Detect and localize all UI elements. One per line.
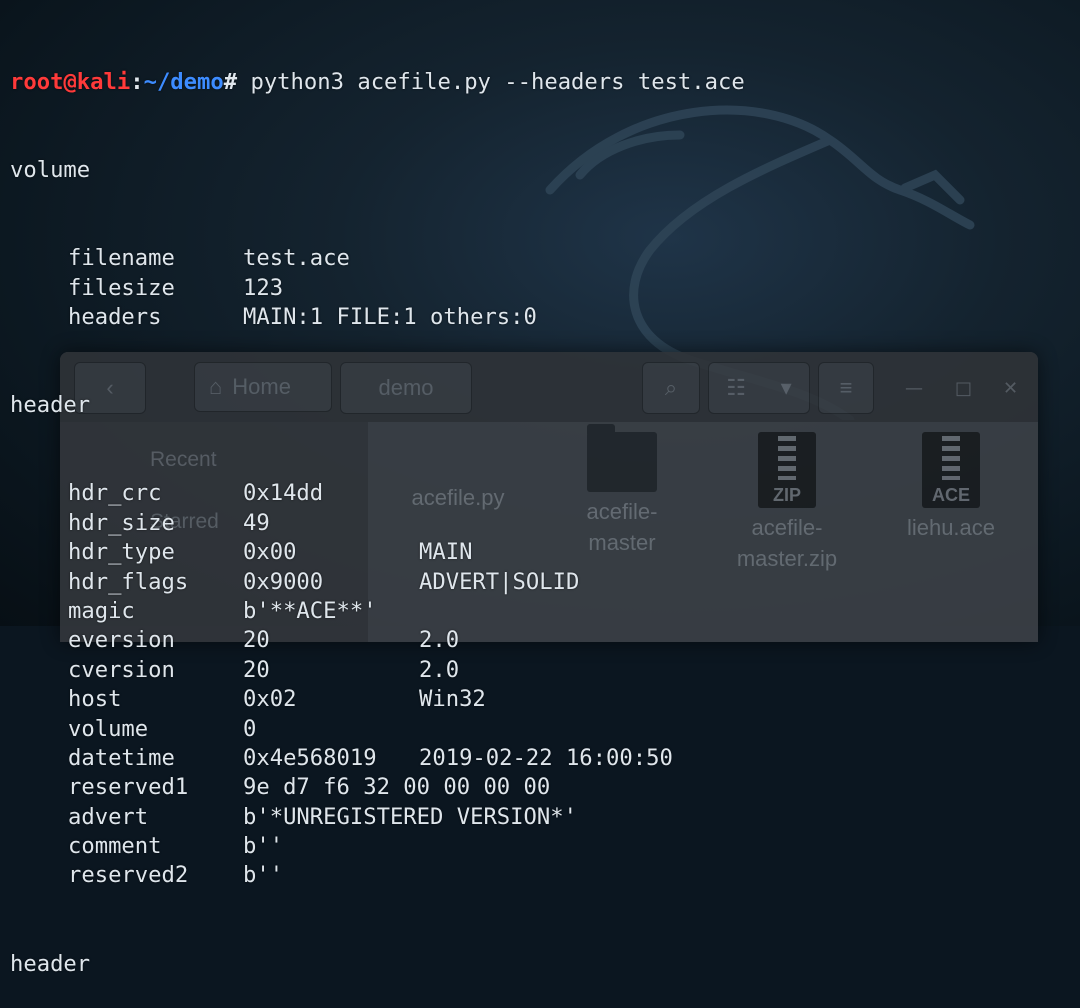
field-key: filename [68,245,175,272]
field-decoded: MAIN [419,539,473,566]
field-key: magic [68,597,135,624]
chevron-down-icon: ▾ [780,375,792,400]
command-text: python3 acefile.py --headers test.ace [250,68,745,95]
output-row: headers MAIN:1 FILE:1 others:0 [10,303,745,332]
field-decoded: ADVERT|SOLID [419,568,580,595]
output-row: magic b'**ACE**' [10,597,745,626]
field-decoded: Win32 [419,686,486,713]
field-value: 0x00 [243,539,297,566]
volume-section: filename test.ace filesize 123 headers MAIN:1… [10,244,745,332]
section-title: volume [10,157,91,184]
field-key: comment [68,833,162,860]
ace-archive-icon: ACE [922,432,980,508]
terminal-output: root@kali:~/demo# python3 acefile.py --h… [10,9,745,1008]
maximize-icon[interactable]: □ [955,378,972,399]
output-row: hdr_type 0x00 MAIN [10,538,745,567]
field-key: hdr_crc [68,480,162,507]
prompt-user-host: root@kali [10,68,131,95]
field-key: hdr_size [68,509,175,536]
output-row: reserved1 9e d7 f6 32 00 00 00 00 [10,773,745,802]
field-value: 0 [243,715,257,742]
field-key: eversion [68,627,175,654]
output-row: comment b'' [10,832,745,861]
field-value: 123 [243,274,284,301]
field-value: 20 [243,656,270,683]
field-value: MAIN:1 FILE:1 others:0 [243,304,537,330]
field-key: cversion [68,656,175,683]
minimize-icon[interactable]: — [905,378,923,399]
field-value: 0x4e568019 [243,744,377,771]
prompt-separator: : [130,68,144,95]
field-decoded: 2.0 [419,627,460,654]
prompt-path: ~/demo [143,68,224,95]
field-key: hdr_flags [68,568,189,595]
output-row: reserved2 b'' [10,861,745,890]
section-title: header [10,950,91,977]
close-icon[interactable]: ✕ [1003,378,1018,399]
output-row: datetime 0x4e568019 2019-02-22 16:00:50 [10,744,745,773]
output-row: hdr_crc 0x14dd [10,479,745,508]
field-value: 9e d7 f6 32 00 00 00 00 [243,774,551,801]
field-value: b'*UNREGISTERED VERSION*' [243,803,577,830]
field-decoded: 2.0 [419,656,460,683]
field-key: advert [68,803,149,830]
output-row: volume 0 [10,715,745,744]
field-value: test.ace [243,245,350,272]
header-section: hdr_crc 0x14dd hdr_size 49 hdr_type 0x00 MAIN h… [10,479,745,890]
field-value: b'' [243,862,284,889]
field-value: b'**ACE**' [243,597,377,624]
field-key: filesize [68,274,175,301]
field-key: headers [68,304,162,330]
output-row: filesize 123 [10,274,745,303]
menu-button[interactable]: ≡ [818,362,874,414]
output-row: eversion 20 2.0 [10,626,745,655]
output-row: cversion 20 2.0 [10,656,745,685]
field-value: 20 [243,627,270,654]
field-key: reserved1 [68,774,189,801]
file-name: liehu.ace [906,515,996,540]
hamburger-menu-icon: ≡ [839,375,853,400]
prompt-line: root@kali:~/demo# python3 acefile.py --h… [10,68,745,97]
field-key: datetime [68,744,175,771]
field-key: host [68,686,122,713]
output-row: host 0x02 Win32 [10,685,745,714]
zip-archive-icon: ZIP [758,432,816,508]
output-row: hdr_flags 0x9000 ADVERT|SOLID [10,568,745,597]
field-key: hdr_type [68,539,175,566]
field-key: reserved2 [68,862,189,889]
field-value: 0x14dd [243,480,324,507]
field-decoded: 2019-02-22 16:00:50 [419,744,673,771]
output-row: hdr_size 49 [10,509,745,538]
section-title: header [10,392,91,419]
output-row: filename test.ace [10,244,745,273]
file-item-liehu-ace[interactable]: ACE liehu.ace [881,432,1021,543]
file-type-badge: ZIP [772,485,801,505]
field-value: 0x02 [243,686,297,713]
field-key: volume [68,715,149,742]
field-value: b'' [243,833,284,860]
output-row: advert b'*UNREGISTERED VERSION*' [10,803,745,832]
file-type-badge: ACE [931,485,970,505]
field-value: 0x9000 [243,568,324,595]
prompt-symbol: # [223,68,251,95]
field-value: 49 [243,509,270,536]
